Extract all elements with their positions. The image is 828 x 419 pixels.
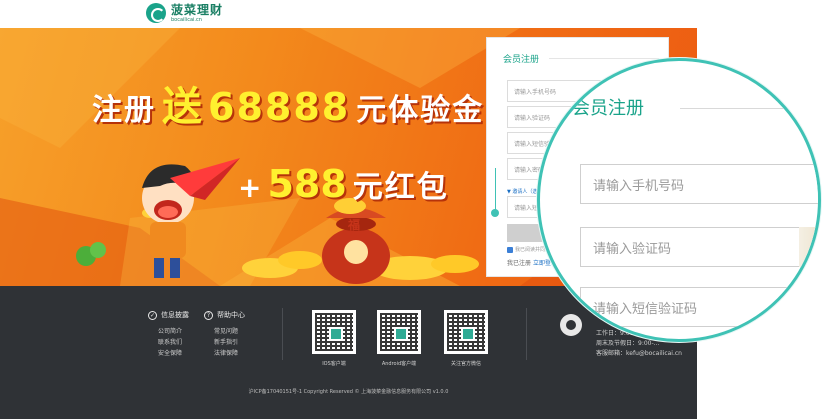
qr-ios-label: IOS客户端: [322, 361, 346, 367]
zoom-captcha-input[interactable]: 请输入验证码: [580, 227, 818, 267]
zoom-title-divider: [680, 108, 818, 109]
promo-headline-bottom: + 588 元红包: [238, 162, 449, 206]
zoom-connector-dot: [491, 209, 499, 217]
contact-email: 客服邮箱：kefu@bocailicai.cn: [596, 350, 682, 357]
site-logo[interactable]: 菠菜理财 bocailicai.cn: [146, 3, 223, 23]
register-title: 会员注册: [503, 55, 540, 65]
qr-android: [377, 310, 421, 354]
help-center-title[interactable]: ? 帮助中心: [204, 310, 245, 320]
footer-link-legal[interactable]: 法律保障: [214, 348, 238, 357]
logo-name: 菠菜理财: [171, 2, 224, 17]
zoom-register-title: 会员注册: [572, 98, 644, 119]
info-disclosure-title[interactable]: ✓ 信息披露: [148, 310, 189, 320]
promo-headline-top: 注册 送 68888 元体验金: [92, 84, 485, 130]
zoom-connector-line: [495, 168, 496, 212]
headset-icon: [560, 314, 582, 336]
qr-wechat-label: 关注官方微信: [450, 361, 481, 367]
logo-icon: [146, 3, 166, 23]
title-divider: [549, 58, 659, 59]
footer-divider: [282, 308, 283, 360]
footer-link-security[interactable]: 安全保障: [158, 348, 182, 357]
footer-link-faq[interactable]: 常见问题: [214, 326, 238, 335]
copyright: 沪ICP备17040151号-1 Copyright Reserved © 上海…: [248, 389, 449, 395]
shield-icon: ✓: [148, 310, 157, 320]
footer-divider: [526, 308, 527, 360]
zoom-magnifier: 会员注册 请输入手机号码 请输入验证码 请输入短信验证码: [537, 58, 821, 342]
login-prefix: 我已注册: [507, 260, 532, 267]
qr-android-label: Android客户端: [381, 361, 417, 367]
zoom-captcha-image[interactable]: [799, 227, 818, 267]
agreement-checkbox[interactable]: [507, 246, 513, 253]
footer-link-guide[interactable]: 新手指引: [214, 337, 238, 346]
zoom-phone-input[interactable]: 请输入手机号码: [580, 164, 818, 204]
site-header: 菠菜理财 bocailicai.cn: [0, 0, 828, 28]
footer-link-contact[interactable]: 联系我们: [158, 337, 182, 346]
money-bag-char: 福: [348, 218, 361, 232]
footer-link-company[interactable]: 公司简介: [158, 326, 182, 335]
contact-hours-weekend: 周末及节假日：9:00-...: [596, 340, 660, 347]
qr-wechat: [444, 310, 488, 354]
zoom-sms-code-input[interactable]: 请输入短信验证码: [580, 287, 818, 327]
qr-ios: [312, 310, 356, 354]
help-icon: ?: [204, 310, 213, 320]
logo-domain: bocailicai.cn: [171, 16, 202, 23]
